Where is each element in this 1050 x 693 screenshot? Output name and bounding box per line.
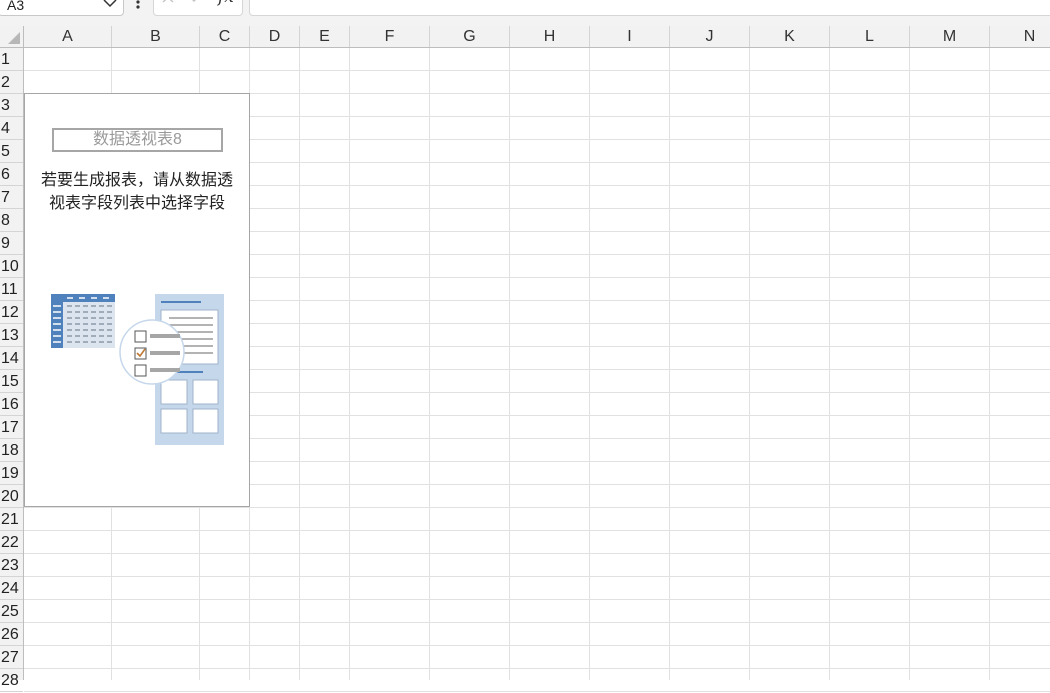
row-header-17[interactable]: 17 bbox=[0, 416, 23, 439]
row-header-9[interactable]: 9 bbox=[0, 232, 23, 255]
row-header-23[interactable]: 23 bbox=[0, 554, 23, 577]
column-header-g[interactable]: G bbox=[430, 26, 510, 47]
gridline-vertical bbox=[589, 48, 590, 680]
row-header-2[interactable]: 2 bbox=[0, 71, 23, 94]
formula-input[interactable] bbox=[249, 0, 1050, 16]
formula-buttons: fx bbox=[153, 0, 243, 16]
gridline-vertical bbox=[299, 48, 300, 680]
column-header-h[interactable]: H bbox=[510, 26, 590, 47]
column-header-f[interactable]: F bbox=[350, 26, 430, 47]
row-header-28[interactable]: 28 bbox=[0, 669, 23, 692]
gridline-vertical bbox=[429, 48, 430, 680]
column-header-a[interactable]: A bbox=[24, 26, 112, 47]
gridline-vertical bbox=[669, 48, 670, 680]
column-header-b[interactable]: B bbox=[112, 26, 200, 47]
gridline-vertical bbox=[509, 48, 510, 680]
row-header-24[interactable]: 24 bbox=[0, 577, 23, 600]
row-header-6[interactable]: 6 bbox=[0, 163, 23, 186]
row-header-5[interactable]: 5 bbox=[0, 140, 23, 163]
fx-icon[interactable]: fx bbox=[218, 0, 234, 7]
gridline-horizontal bbox=[24, 576, 1050, 577]
pivot-table-placeholder[interactable]: 数据透视表8 若要生成报表，请从数据透 视表字段列表中选择字段 bbox=[24, 93, 250, 507]
column-header-c[interactable]: C bbox=[200, 26, 250, 47]
column-header-l[interactable]: L bbox=[830, 26, 910, 47]
gridline-horizontal bbox=[24, 530, 1050, 531]
column-header-i[interactable]: I bbox=[590, 26, 670, 47]
column-header-j[interactable]: J bbox=[670, 26, 750, 47]
row-header-10[interactable]: 10 bbox=[0, 255, 23, 278]
gridline-horizontal bbox=[24, 553, 1050, 554]
pivot-table-name: 数据透视表8 bbox=[52, 128, 223, 152]
confirm-icon[interactable] bbox=[188, 0, 206, 12]
name-box-value: A3 bbox=[7, 0, 25, 13]
gridline-horizontal bbox=[24, 507, 1050, 508]
cancel-icon[interactable] bbox=[160, 0, 178, 12]
chevron-down-icon[interactable] bbox=[103, 0, 117, 8]
row-header-27[interactable]: 27 bbox=[0, 646, 23, 669]
column-header-d[interactable]: D bbox=[250, 26, 300, 47]
pivot-message-line2: 视表字段列表中选择字段 bbox=[48, 195, 225, 212]
formula-bar: A3 fx bbox=[0, 0, 1050, 26]
row-header-26[interactable]: 26 bbox=[0, 623, 23, 646]
gridline-horizontal bbox=[24, 70, 1050, 71]
row-header-3[interactable]: 3 bbox=[0, 94, 23, 117]
gridline-vertical bbox=[349, 48, 350, 680]
gridline-vertical bbox=[989, 48, 990, 680]
gridline-horizontal bbox=[24, 645, 1050, 646]
name-box[interactable]: A3 bbox=[0, 0, 124, 16]
gridline-horizontal bbox=[24, 622, 1050, 623]
column-header-n[interactable]: N bbox=[990, 26, 1050, 47]
row-header-4[interactable]: 4 bbox=[0, 117, 23, 140]
gridline-horizontal bbox=[24, 599, 1050, 600]
more-vert-icon[interactable] bbox=[131, 0, 145, 14]
row-headers: 1 2 3 4 5 6 7 8 9 10 11 12 13 14 15 16 17 18 19 20 21 22 23 24 2… bbox=[0, 48, 24, 692]
row-header-12[interactable]: 12 bbox=[0, 301, 23, 324]
row-header-21[interactable]: 21 bbox=[0, 508, 23, 531]
row-header-19[interactable]: 19 bbox=[0, 462, 23, 485]
gridline-vertical bbox=[829, 48, 830, 680]
row-header-11[interactable]: 11 bbox=[0, 278, 23, 301]
row-header-14[interactable]: 14 bbox=[0, 347, 23, 370]
row-header-25[interactable]: 25 bbox=[0, 600, 23, 623]
gridline-vertical bbox=[909, 48, 910, 680]
row-header-20[interactable]: 20 bbox=[0, 485, 23, 508]
gridline-vertical bbox=[749, 48, 750, 680]
row-header-15[interactable]: 15 bbox=[0, 370, 23, 393]
row-header-7[interactable]: 7 bbox=[0, 186, 23, 209]
row-header-8[interactable]: 8 bbox=[0, 209, 23, 232]
row-header-16[interactable]: 16 bbox=[0, 393, 23, 416]
column-header-m[interactable]: M bbox=[910, 26, 990, 47]
column-header-k[interactable]: K bbox=[750, 26, 830, 47]
pivot-table-message: 若要生成报表，请从数据透 视表字段列表中选择字段 bbox=[25, 169, 249, 215]
row-header-18[interactable]: 18 bbox=[0, 439, 23, 462]
row-header-1[interactable]: 1 bbox=[0, 48, 23, 71]
pivot-illustration bbox=[49, 292, 229, 457]
gridline-horizontal bbox=[24, 668, 1050, 669]
row-header-22[interactable]: 22 bbox=[0, 531, 23, 554]
pivot-table-icon bbox=[51, 294, 224, 445]
gridline-horizontal bbox=[24, 691, 1050, 692]
column-header-e[interactable]: E bbox=[300, 26, 350, 47]
select-all-button[interactable] bbox=[0, 26, 24, 47]
pivot-message-line1: 若要生成报表，请从数据透 bbox=[40, 172, 233, 189]
column-headers: ABCDEFGHIJKLMN bbox=[0, 26, 1050, 48]
row-header-13[interactable]: 13 bbox=[0, 324, 23, 347]
